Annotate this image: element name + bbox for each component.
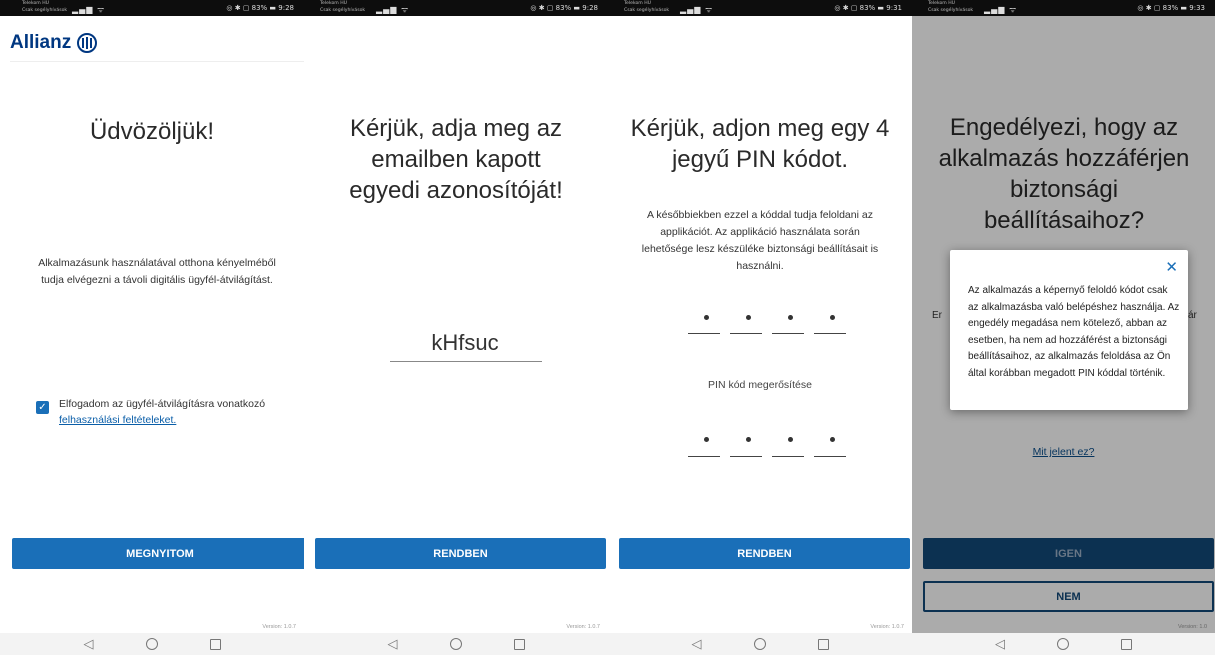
ok-button[interactable]: RENDBEN — [619, 538, 910, 569]
open-button[interactable]: MEGNYITOM — [12, 538, 304, 569]
terms-checkbox[interactable]: ✓ — [36, 401, 49, 414]
pin-slot — [772, 333, 804, 334]
screen-enter-code: Telekom HU Csak segélyhívások ▂▄▆ ᯤ ◎ ✱ … — [304, 0, 608, 655]
code-input[interactable]: kHfsuc — [390, 330, 540, 356]
signal-icon: ▂▄▆ ᯤ — [680, 5, 714, 14]
pin-confirm-label: PIN kód megerősítése — [708, 379, 812, 391]
terms-checkbox-row[interactable]: ✓ Elfogadom az ügyfél-átvilágításra vona… — [36, 396, 265, 428]
pin-dot — [830, 315, 835, 320]
allianz-mark-icon — [77, 33, 98, 53]
nav-home-icon[interactable] — [145, 638, 158, 650]
pin-slot — [730, 456, 762, 457]
status-right: ◎ ✱ ▢ 83% ▬ 9:28 — [530, 4, 598, 12]
page-title: Üdvözöljük! — [89, 118, 215, 145]
status-right: ◎ ✱ ▢ 83% ▬ 9:33 — [1137, 4, 1205, 12]
pin-description: A későbbiekben ezzel a kóddal tudja felo… — [641, 209, 879, 272]
screen-security-permission: Telekom HU Csak segélyhívások ▂▄▆ ᯤ ◎ ✱ … — [912, 0, 1215, 655]
info-dialog: ✕ Az alkalmazás a képernyő feloldó kódot… — [950, 250, 1188, 410]
system-nav-bar: ◁ — [912, 633, 1215, 655]
pin-slot — [688, 456, 720, 457]
pin-dot — [788, 315, 793, 320]
system-nav-bar: ◁ — [0, 633, 304, 655]
nav-back-icon[interactable]: ◁ — [388, 636, 398, 652]
header-divider — [10, 61, 304, 62]
system-nav-bar: ◁ — [608, 633, 912, 655]
pin-slot — [688, 333, 720, 334]
pin-slot — [730, 333, 762, 334]
terms-text: Elfogadom az ügyfél-átvilágításra vonatk… — [59, 398, 266, 410]
nav-recents-icon[interactable] — [817, 638, 829, 650]
pin-slot — [772, 456, 804, 457]
nav-recents-icon[interactable] — [513, 638, 525, 650]
carrier-text: Telekom HU Csak segélyhívások — [928, 1, 974, 13]
close-icon[interactable]: ✕ — [1165, 258, 1178, 276]
nav-back-icon[interactable]: ◁ — [995, 636, 1005, 652]
terms-link[interactable]: felhasználási feltételeket. — [59, 414, 176, 426]
status-bar: Telekom HU Csak segélyhívások ▂▄▆ ᯤ ◎ ✱ … — [912, 0, 1215, 16]
page-title: Kérjük, adjon meg egy 4 jegyű PIN kódot. — [630, 115, 890, 173]
logo-text: Allianz — [10, 32, 72, 53]
carrier-text: Telekom HU Csak segélyhívások — [320, 1, 366, 13]
status-bar: Telekom HU Csak segélyhívások ▂▄▆ ᯤ ◎ ✱ … — [304, 0, 608, 16]
pin-slot — [814, 456, 846, 457]
ok-button[interactable]: RENDBEN — [315, 538, 606, 569]
pin-dot — [788, 437, 793, 442]
pin-dot — [746, 437, 751, 442]
status-bar: Telekom HU Csak segélyhívások ▂▄▆ ᯤ ◎ ✱ … — [0, 0, 304, 16]
code-input-underline — [390, 361, 542, 362]
nav-home-icon[interactable] — [1057, 638, 1069, 650]
carrier-text: Telekom HU Csak segélyhívások — [624, 1, 670, 13]
version-label: Version: 1.0.7 — [566, 624, 600, 630]
nav-back-icon[interactable]: ◁ — [84, 636, 94, 652]
nav-home-icon[interactable] — [449, 638, 462, 650]
nav-home-icon[interactable] — [753, 638, 766, 650]
carrier-text: Telekom HU Csak segélyhívások — [22, 1, 68, 13]
pin-slot — [814, 333, 846, 334]
pin-dot — [704, 315, 709, 320]
system-nav-bar: ◁ — [304, 633, 608, 655]
signal-icon: ▂▄▆ ᯤ — [984, 5, 1018, 14]
pin-dot — [746, 315, 751, 320]
terms-label: Elfogadom az ügyfél-átvilágításra vonatk… — [59, 396, 265, 428]
version-label: Version: 1.0.7 — [870, 624, 904, 630]
page-title: Kérjük, adja meg az emailben kapott egye… — [349, 115, 563, 204]
signal-icon: ▂▄▆ ᯤ — [376, 5, 410, 14]
version-label: Version: 1.0.7 — [262, 624, 296, 630]
status-right: ◎ ✱ ▢ 83% ▬ 9:28 — [226, 4, 294, 12]
screen-set-pin: Telekom HU Csak segélyhívások ▂▄▆ ᯤ ◎ ✱ … — [608, 0, 912, 655]
status-bar: Telekom HU Csak segélyhívások ▂▄▆ ᯤ ◎ ✱ … — [608, 0, 912, 16]
nav-back-icon[interactable]: ◁ — [692, 636, 702, 652]
screen-welcome: Telekom HU Csak segélyhívások ▂▄▆ ᯤ ◎ ✱ … — [0, 0, 304, 655]
signal-icon: ▂▄▆ ᯤ — [72, 5, 106, 14]
nav-recents-icon[interactable] — [1121, 638, 1132, 650]
welcome-description: Alkalmazásunk használatával otthona kény… — [38, 257, 276, 286]
nav-recents-icon[interactable] — [209, 638, 221, 650]
status-right: ◎ ✱ ▢ 83% ▬ 9:31 — [834, 4, 902, 12]
pin-dot — [704, 437, 709, 442]
dialog-message: Az alkalmazás a képernyő feloldó kódot c… — [968, 285, 1180, 379]
allianz-logo: Allianz — [10, 32, 98, 54]
pin-dot — [830, 437, 835, 442]
